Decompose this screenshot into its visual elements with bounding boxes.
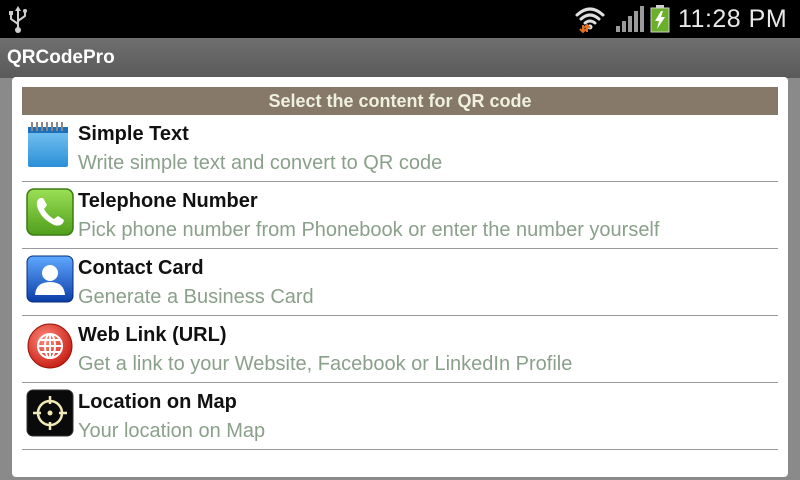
item-title: Web Link (URL) xyxy=(78,324,227,346)
clock: 11:28 PM xyxy=(678,5,788,33)
signal-icon xyxy=(616,6,644,32)
list-item-simple-text[interactable]: Simple Text Write simple text and conver… xyxy=(22,115,778,182)
content-type-list: Simple Text Write simple text and conver… xyxy=(22,115,778,450)
item-subtitle: Pick phone number from Phonebook or ente… xyxy=(78,219,660,241)
wifi-icon xyxy=(575,7,605,33)
globe-icon xyxy=(27,323,73,369)
item-title: Simple Text xyxy=(78,123,189,145)
app-title: QRCodePro xyxy=(7,47,115,68)
item-title: Contact Card xyxy=(78,257,204,279)
content-card: Select the content for QR code Simple Te… xyxy=(12,77,788,477)
list-header: Select the content for QR code xyxy=(22,87,778,115)
usb-icon xyxy=(9,6,27,33)
phone-icon xyxy=(26,188,74,236)
status-bar: 11:28 PM xyxy=(0,0,800,38)
app-title-bar: QRCodePro xyxy=(0,38,800,78)
map-target-icon xyxy=(26,389,74,437)
battery-charging-icon xyxy=(650,5,670,33)
list-item-telephone-number[interactable]: Telephone Number Pick phone number from … xyxy=(22,182,778,249)
list-item-web-link[interactable]: Web Link (URL) Get a link to your Websit… xyxy=(22,316,778,383)
list-item-contact-card[interactable]: Contact Card Generate a Business Card xyxy=(22,249,778,316)
item-subtitle: Write simple text and convert to QR code xyxy=(78,152,443,174)
notepad-icon xyxy=(28,122,68,167)
list-item-location-on-map[interactable]: Location on Map Your location on Map xyxy=(22,383,778,450)
item-subtitle: Your location on Map xyxy=(78,420,266,442)
item-subtitle: Get a link to your Website, Facebook or … xyxy=(78,353,573,375)
item-title: Telephone Number xyxy=(78,190,258,212)
item-subtitle: Generate a Business Card xyxy=(78,286,314,308)
item-title: Location on Map xyxy=(78,391,237,413)
contact-card-icon xyxy=(26,255,74,303)
